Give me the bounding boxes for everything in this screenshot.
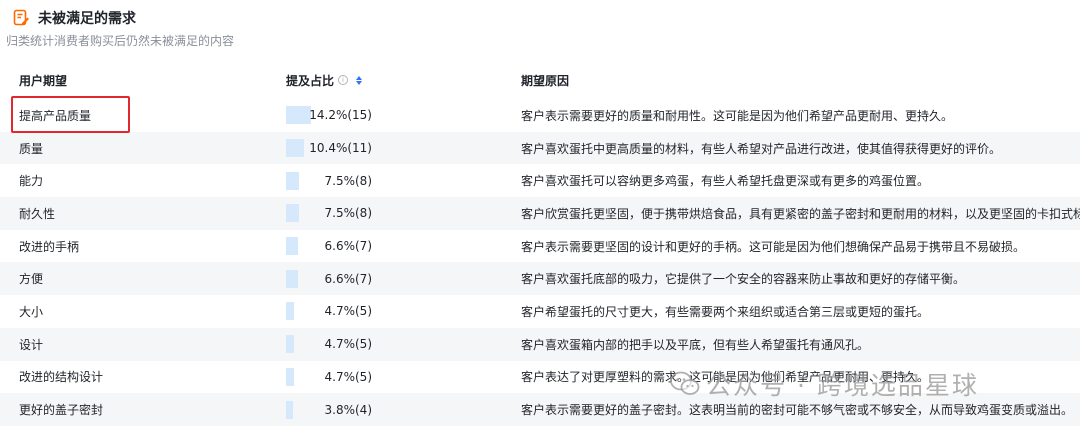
table-row[interactable]: 提高产品质量 14.2%(15) 客户表示需要更好的质量和耐用性。这可能是因为他们希… [0, 99, 1080, 132]
cell-reason: 客户喜欢蛋托中更高质量的材料，有些人希望对产品进行改进，使其值得获得更好的评价。 [521, 141, 1002, 156]
cell-reason: 客户喜欢蛋箱内部的把手以及平底，但有些人希望蛋托有通风孔。 [521, 337, 870, 352]
cell-user-expectation: 改进的手柄 [19, 239, 80, 254]
cell-mention-ratio: 7.5%(8) [324, 206, 372, 221]
cell-reason: 客户喜欢蛋托可以容纳更多鸡蛋，有些人希望托盘更深或有更多的鸡蛋位置。 [521, 174, 930, 189]
column-header-ratio[interactable]: 提及占比 i [286, 72, 363, 89]
table-body: 提高产品质量 14.2%(15) 客户表示需要更好的质量和耐用性。这可能是因为他们希… [0, 99, 1080, 426]
cell-reason: 客户欣赏蛋托更坚固，便于携带烘焙食品，具有更紧密的盖子密封和更耐用的材料，以及更… [521, 206, 1080, 221]
table-row[interactable]: 更好的盖子密封 3.8%(4) 客户表示需要更好的盖子密封。这表明当前的密封可能不够… [0, 393, 1080, 426]
cell-mention-ratio: 7.5%(8) [324, 173, 372, 188]
cell-user-expectation: 大小 [19, 304, 44, 319]
table-row[interactable]: 改进的结构设计 4.7%(5) 客户表达了对更厚塑料的需求。这可能是因为他们希望产品… [0, 361, 1080, 394]
cell-mention-ratio: 6.6%(7) [324, 239, 372, 254]
cell-mention-ratio: 14.2%(15) [309, 108, 372, 123]
document-icon [12, 9, 30, 27]
cell-user-expectation: 设计 [19, 337, 44, 352]
section-subtitle: 归类统计消费者购买后仍然未被满足的内容 [6, 34, 235, 48]
cell-mention-ratio: 6.6%(7) [324, 271, 372, 286]
cell-reason: 客户表达了对更厚塑料的需求。这可能是因为他们希望产品更耐用、更持久。 [521, 370, 930, 385]
cell-mention-ratio: 10.4%(11) [309, 141, 372, 156]
cell-user-expectation: 方便 [19, 272, 44, 287]
cell-user-expectation: 能力 [19, 174, 44, 189]
cell-user-expectation: 耐久性 [19, 206, 56, 221]
table-row[interactable]: 方便 6.6%(7) 客户喜欢蛋托底部的吸力，它提供了一个安全的容器来防止事故和更好… [0, 262, 1080, 296]
table-row[interactable]: 大小 4.7%(5) 客户希望蛋托的尺寸更大，有些需要两个来组织或适合第三层或更短的… [0, 295, 1080, 328]
table-header: 用户期望 提及占比 i 期望原因 [0, 62, 1080, 98]
table-row[interactable]: 改进的手柄 6.6%(7) 客户表示需要更坚固的设计和更好的手柄。这可能是因为他们想… [0, 230, 1080, 263]
table-row[interactable]: 能力 7.5%(8) 客户喜欢蛋托可以容纳更多鸡蛋，有些人希望托盘更深或有更多的鸡蛋… [0, 164, 1080, 197]
table-row[interactable]: 耐久性 7.5%(8) 客户欣赏蛋托更坚固，便于携带烘焙食品，具有更紧密的盖子密封和… [0, 197, 1080, 230]
cell-reason: 客户喜欢蛋托底部的吸力，它提供了一个安全的容器来防止事故和更好的存储平衡。 [521, 272, 966, 287]
info-icon[interactable]: i [338, 75, 349, 85]
sort-icon[interactable] [356, 75, 363, 85]
highlight-annotation-box [11, 96, 130, 133]
cell-user-expectation: 改进的结构设计 [19, 370, 104, 385]
section-header: 未被满足的需求 [12, 7, 136, 29]
cell-mention-ratio: 4.7%(5) [324, 369, 372, 384]
cell-user-expectation: 更好的盖子密封 [19, 403, 104, 418]
cell-user-expectation: 质量 [19, 141, 44, 156]
column-header-ratio-label: 提及占比 [286, 73, 335, 88]
cell-mention-ratio: 3.8%(4) [324, 402, 372, 417]
cell-reason: 客户表示需要更坚固的设计和更好的手柄。这可能是因为他们想确保产品易于携带且不易破… [521, 239, 1026, 254]
section-title: 未被满足的需求 [38, 11, 136, 27]
cell-reason: 客户表示需要更好的质量和耐用性。这可能是因为他们希望产品更耐用、更持久。 [521, 108, 954, 123]
cell-mention-ratio: 4.7%(5) [324, 304, 372, 319]
column-header-expect: 用户期望 [19, 73, 68, 88]
table-row[interactable]: 设计 4.7%(5) 客户喜欢蛋箱内部的把手以及平底，但有些人希望蛋托有通风孔。 [0, 327, 1080, 361]
cell-mention-ratio: 4.7%(5) [324, 337, 372, 352]
column-header-reason: 期望原因 [521, 73, 570, 88]
cell-reason: 客户希望蛋托的尺寸更大，有些需要两个来组织或适合第三层或更短的蛋托。 [521, 304, 930, 319]
table-row[interactable]: 质量 10.4%(11) 客户喜欢蛋托中更高质量的材料，有些人希望对产品进行改进，使… [0, 131, 1080, 165]
cell-reason: 客户表示需要更好的盖子密封。这表明当前的密封可能不够气密或不够安全，从而导致鸡蛋… [521, 403, 1074, 418]
